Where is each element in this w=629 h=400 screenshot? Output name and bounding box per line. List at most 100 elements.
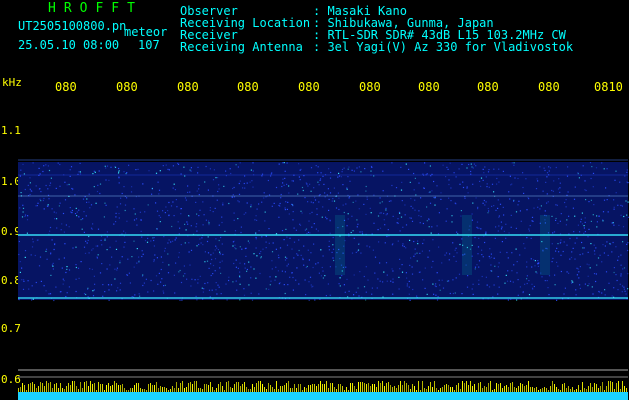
noise-dot (263, 192, 265, 194)
noise-dot (268, 288, 270, 290)
noise-dot (221, 243, 223, 245)
signal-bar (216, 388, 217, 392)
signal-bar (290, 388, 291, 392)
noise-dot (379, 197, 381, 199)
noise-dot (456, 231, 458, 233)
noise-dot (145, 278, 147, 280)
noise-dot (22, 204, 24, 206)
signal-bar (246, 387, 247, 392)
noise-dot (180, 213, 182, 215)
noise-dot (505, 237, 507, 239)
signal-bar (588, 386, 589, 392)
noise-dot (48, 198, 50, 200)
signal-bar (586, 389, 587, 392)
noise-dot (612, 241, 614, 244)
noise-dot (325, 295, 327, 297)
signal-bar (474, 384, 475, 392)
signal-bar (198, 388, 199, 392)
noise-dot (307, 185, 309, 187)
signal-bar (254, 387, 255, 392)
noise-dot (555, 204, 557, 206)
noise-dot (556, 247, 558, 249)
noise-dot (212, 298, 214, 300)
noise-dot (493, 191, 495, 193)
noise-dot (310, 284, 312, 286)
noise-dot (554, 284, 556, 286)
noise-dot (322, 175, 324, 177)
noise-dot (121, 256, 123, 258)
noise-dot (232, 245, 234, 247)
signal-bar (286, 383, 287, 392)
noise-dot (239, 162, 241, 164)
signal-bar (612, 382, 613, 392)
signal-bar (256, 383, 257, 392)
noise-dot (179, 299, 181, 301)
noise-dot (343, 284, 345, 286)
noise-dot (446, 280, 449, 282)
noise-dot (131, 186, 133, 188)
noise-dot (243, 288, 245, 290)
signal-bar (520, 383, 521, 392)
signal-bar (398, 385, 399, 392)
signal-bar (410, 389, 411, 392)
noise-dot (199, 238, 201, 240)
noise-dot (418, 271, 420, 273)
noise-dot (537, 260, 539, 262)
noise-dot (596, 264, 598, 266)
noise-dot (402, 226, 404, 228)
noise-dot (317, 166, 319, 168)
noise-dot (607, 254, 609, 256)
signal-bar (390, 385, 391, 392)
noise-dot (114, 166, 117, 168)
noise-dot (162, 210, 164, 212)
signal-bar (382, 381, 383, 392)
noise-dot (124, 204, 127, 206)
noise-dot (410, 217, 412, 219)
noise-dot (409, 217, 411, 219)
noise-dot (601, 261, 603, 263)
signal-bar (212, 387, 213, 392)
noise-dot (338, 175, 341, 177)
noise-dot (474, 237, 476, 239)
noise-dot (147, 237, 149, 239)
noise-dot (593, 244, 595, 246)
signal-bar (128, 390, 129, 392)
noise-dot (453, 172, 455, 174)
noise-dot (42, 170, 44, 173)
noise-dot (170, 241, 172, 243)
noise-dot (86, 242, 88, 244)
noise-dot (459, 183, 461, 185)
signal-bar (264, 387, 265, 392)
signal-bar (378, 381, 379, 392)
noise-dot (392, 293, 394, 295)
noise-dot (598, 215, 600, 217)
noise-dot (22, 207, 25, 209)
noise-dot (358, 295, 360, 297)
noise-dot (133, 208, 135, 210)
signal-bar (102, 384, 103, 392)
signal-bar (360, 382, 361, 392)
noise-dot (501, 241, 503, 243)
noise-dot (328, 245, 330, 248)
noise-dot (178, 256, 180, 258)
noise-dot (29, 193, 31, 196)
noise-dot (298, 163, 300, 165)
noise-dot (256, 255, 258, 257)
meteor-streak-1 (335, 215, 345, 275)
noise-dot (408, 280, 410, 282)
signal-bar (556, 387, 557, 392)
noise-dot (424, 162, 426, 164)
noise-dot (583, 225, 585, 227)
noise-dot (481, 249, 483, 251)
noise-dot (437, 233, 440, 235)
noise-dot (72, 247, 74, 249)
noise-dot (333, 259, 335, 262)
noise-dot (537, 262, 540, 265)
noise-dot (136, 248, 138, 250)
noise-dot (587, 285, 589, 287)
noise-dot (571, 282, 573, 284)
noise-dot (476, 226, 478, 228)
noise-dot (78, 209, 80, 211)
noise-dot (19, 207, 21, 209)
noise-dot (436, 185, 438, 187)
